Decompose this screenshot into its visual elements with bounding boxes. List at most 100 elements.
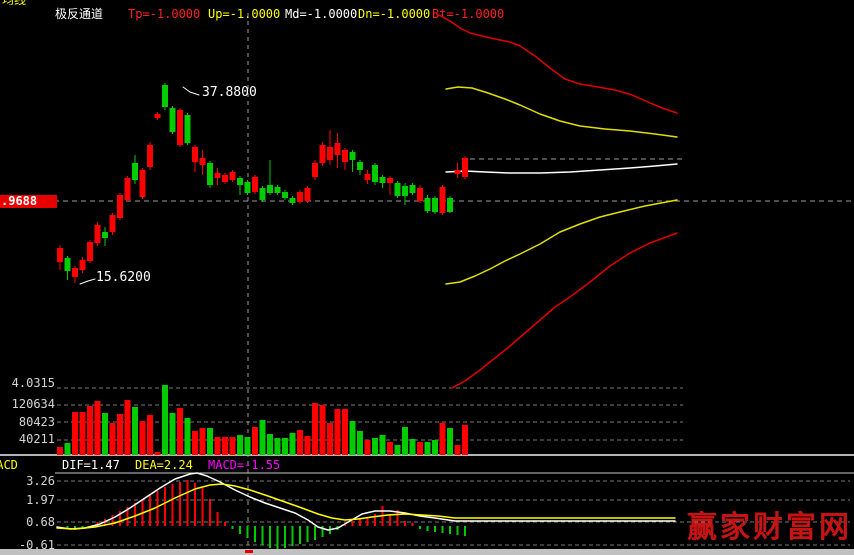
volume-bar: [297, 430, 303, 455]
volume-bar: [432, 440, 438, 455]
volume-bar: [222, 437, 228, 455]
volume-axis-label: 4.0315: [0, 377, 55, 390]
volume-bar: [132, 407, 138, 455]
volume-bar: [447, 428, 453, 455]
candle-body: [72, 268, 78, 277]
volume-bar: [162, 385, 168, 455]
candle-body: [365, 174, 371, 180]
candle-body: [447, 198, 453, 212]
annotation-leader-low: [80, 279, 95, 284]
candle-body: [290, 198, 296, 203]
macd-dif-value: DIF=1.47: [62, 459, 120, 472]
volume-axis-label: 120634: [0, 398, 55, 411]
annotation-leader-high: [183, 87, 199, 95]
candle-body: [170, 108, 176, 132]
volume-bar: [410, 439, 416, 455]
volume-bar: [290, 433, 296, 455]
volume-bar: [282, 438, 288, 455]
candle-body: [432, 198, 438, 212]
volume-bar: [350, 421, 356, 455]
candle-body: [222, 175, 228, 182]
candle-body: [372, 165, 378, 182]
candle-body: [230, 172, 236, 180]
volume-bar: [117, 414, 123, 455]
volume-bar: [342, 409, 348, 455]
volume-bar: [395, 445, 401, 455]
candle-body: [192, 147, 198, 162]
volume-bar: [207, 428, 213, 455]
volume-bar: [305, 436, 311, 455]
volume-bar: [72, 412, 78, 455]
volume-axis-label: 40211: [0, 433, 55, 446]
candle-body: [147, 145, 153, 167]
candle-body: [335, 143, 341, 155]
candle-body: [102, 232, 108, 238]
volume-bar: [245, 437, 251, 455]
candle-body: [440, 187, 446, 213]
candle-body: [395, 183, 401, 196]
volume-bar: [87, 406, 93, 455]
trading-app-window: { "app": {"clipped_top_left_label": "均线"…: [0, 0, 854, 555]
volume-bar: [215, 437, 221, 455]
volume-bar: [440, 423, 446, 455]
volume-bar: [417, 442, 423, 455]
volume-bar: [275, 438, 281, 455]
channel-upper-yellow-line: [446, 87, 677, 137]
volume-bar: [125, 400, 131, 455]
candle-body: [327, 147, 333, 160]
volume-bar: [462, 425, 468, 455]
candle-body: [117, 195, 123, 218]
volume-bar: [177, 408, 183, 455]
volume-bar: [185, 418, 191, 455]
volume-bar: [65, 443, 71, 455]
volume-bar: [372, 438, 378, 455]
volume-bar: [155, 452, 161, 455]
volume-bar: [95, 401, 101, 455]
volume-bar: [230, 437, 236, 455]
candle-body: [252, 177, 258, 192]
volume-bar: [102, 413, 108, 455]
macd-indicator-name: MACD: [0, 459, 18, 472]
volume-bar: [260, 420, 266, 455]
channel-lower-yellow-line: [446, 200, 677, 284]
volume-bar: [147, 415, 153, 455]
volume-bar: [357, 431, 363, 455]
volume-bar: [425, 442, 431, 455]
candle-body: [155, 114, 161, 118]
volume-bar: [237, 435, 243, 455]
candle-body: [380, 177, 386, 183]
candle-body: [320, 145, 326, 163]
macd-axis-label: 1.97: [0, 494, 55, 507]
candle-body: [260, 188, 266, 200]
candle-body: [207, 163, 213, 185]
candle-body: [425, 198, 431, 211]
volume-bar: [140, 421, 146, 455]
site-watermark: 赢家财富网: [687, 510, 852, 546]
candle-body: [177, 110, 183, 145]
candle-body: [357, 162, 363, 170]
candle-body: [402, 186, 408, 196]
candle-body: [95, 225, 101, 243]
volume-bar: [267, 434, 273, 455]
channel-middle-white-line: [446, 164, 677, 173]
bottom-scrollbar[interactable]: [0, 549, 854, 555]
candle-body: [462, 158, 468, 177]
candle-body: [387, 178, 393, 183]
candle-body: [215, 173, 221, 178]
candle-body: [410, 185, 416, 193]
candle-body: [417, 188, 423, 201]
candle-body: [110, 215, 116, 232]
candle-body: [125, 178, 131, 200]
candle-body: [282, 192, 288, 198]
price-level-tag: .9688: [0, 195, 57, 208]
candle-body: [162, 85, 168, 107]
candle-body: [140, 170, 146, 197]
candle-body: [267, 185, 273, 193]
scrollbar-position-tick: [245, 550, 253, 553]
volume-axis-label: 80423: [0, 416, 55, 429]
candle-body: [297, 192, 303, 202]
candle-body: [275, 187, 281, 193]
volume-bar: [57, 447, 63, 455]
candle-body: [132, 163, 138, 180]
candle-body: [200, 158, 206, 165]
